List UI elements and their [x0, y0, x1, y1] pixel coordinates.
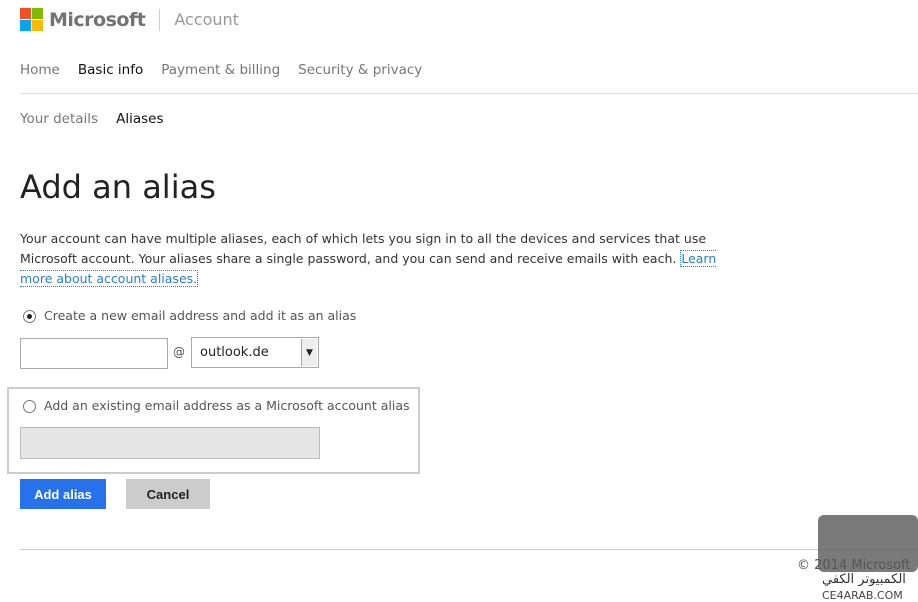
divider — [159, 8, 161, 31]
watermark-arabic: الكمبيوتر الكفي — [822, 572, 906, 587]
microsoft-logo[interactable]: Microsoft Account — [20, 8, 239, 31]
section-title: Account — [174, 10, 239, 29]
add-alias-button[interactable]: Add alias — [20, 479, 106, 509]
copyright: © 2014 Microsoft — [797, 558, 911, 573]
watermark-site: CE4ARAB.COM — [822, 589, 903, 602]
option-new-email[interactable]: Create a new email address and add it as… — [23, 308, 356, 323]
domain-select[interactable]: outlook.de ▼ — [191, 337, 319, 368]
brand-name: Microsoft — [49, 8, 146, 31]
subnav-your-details[interactable]: Your details — [20, 111, 98, 127]
subnav-aliases[interactable]: Aliases — [116, 111, 163, 127]
sub-nav: Your details Aliases — [20, 111, 163, 127]
domain-value: outlook.de — [200, 345, 269, 360]
nav-basic-info[interactable]: Basic info — [78, 62, 143, 78]
at-sign: @ — [173, 345, 185, 359]
nav-security-privacy[interactable]: Security & privacy — [298, 62, 422, 78]
radio-existing-email[interactable] — [23, 400, 36, 413]
description-text: Your account can have multiple aliases, … — [20, 231, 707, 266]
option-existing-label: Add an existing email address as a Micro… — [44, 398, 410, 413]
footer-divider — [20, 549, 918, 550]
cancel-button[interactable]: Cancel — [126, 479, 210, 509]
option-new-label: Create a new email address and add it as… — [44, 308, 357, 323]
page-title: Add an alias — [20, 168, 216, 206]
option-existing-email[interactable]: Add an existing email address as a Micro… — [23, 398, 410, 413]
page-description: Your account can have multiple aliases, … — [20, 229, 740, 289]
nav-home[interactable]: Home — [20, 62, 60, 78]
main-nav: Home Basic info Payment & billing Securi… — [20, 62, 422, 78]
nav-divider — [20, 93, 918, 94]
windows-logo-icon — [20, 8, 43, 31]
existing-email-input[interactable] — [20, 427, 320, 459]
nav-payment-billing[interactable]: Payment & billing — [161, 62, 280, 78]
new-email-input[interactable] — [20, 338, 168, 369]
chevron-down-icon[interactable]: ▼ — [301, 339, 317, 366]
radio-new-email[interactable] — [23, 310, 36, 323]
